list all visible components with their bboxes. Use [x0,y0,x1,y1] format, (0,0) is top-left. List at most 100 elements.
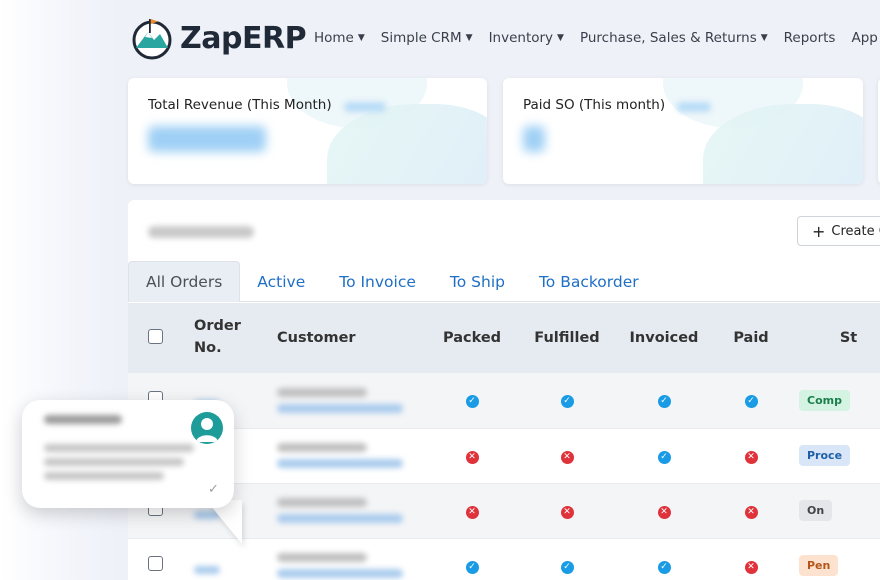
check-circle-icon: ✓ [560,560,574,574]
cell-packed: ✕ [425,483,519,538]
table-row[interactable]: ✓ ✓ ✓ ✓ Comp [128,373,880,428]
cell-paid: ✕ [713,428,789,483]
kpi-card-paid-so: Paid SO (This month) [503,78,863,184]
cell-fulfilled: ✕ [519,483,615,538]
x-circle-icon: ✕ [560,505,574,519]
cell-invoiced: ✓ [615,428,713,483]
kpi-value-blurred [148,126,266,152]
logo-mountain-icon [132,19,172,60]
customer-email-blurred[interactable] [277,459,403,468]
cell-invoiced: ✕ [615,483,713,538]
caret-down-icon: ▼ [465,33,473,43]
caret-down-icon: ▼ [557,33,564,43]
cell-packed: ✓ [425,373,519,428]
cell-packed: ✓ [425,538,519,580]
cell-status: Pen [789,538,880,580]
table-row[interactable]: ✓ ✓ ✓ ✕ Pen [128,538,880,580]
x-circle-icon: ✕ [744,560,758,574]
nav-apps[interactable]: App [851,30,877,46]
table-header-row: Order No. Customer Packed Fulfilled Invo… [128,303,880,373]
cell-order-no [184,538,267,580]
check-circle-icon: ✓ [657,450,671,464]
status-badge: Pen [799,555,839,576]
col-fulfilled[interactable]: Fulfilled [519,303,615,373]
nav-reports[interactable]: Reports [784,30,836,46]
x-circle-icon: ✕ [465,505,479,519]
col-invoiced[interactable]: Invoiced [615,303,713,373]
chat-sender-blurred [44,415,122,424]
customer-email-blurred[interactable] [277,514,403,523]
cell-fulfilled: ✕ [519,428,615,483]
status-badge: Comp [799,389,850,411]
status-badge: Proce [799,445,851,466]
check-circle-icon: ✓ [744,395,758,409]
cell-fulfilled: ✓ [519,373,615,428]
kpi-title: Total Revenue (This Month) [148,97,332,113]
check-circle-icon: ✓ [560,395,574,409]
nav-simple-crm[interactable]: Simple CRM ▼ [381,30,473,46]
x-circle-icon: ✕ [744,505,758,519]
kpi-badge-blurred [677,102,711,112]
cell-customer [267,483,425,538]
customer-name-blurred [277,498,367,507]
brand-name: ZapERP [180,20,307,56]
col-packed[interactable]: Packed [425,303,519,373]
chat-line-blurred [44,458,184,466]
check-circle-icon: ✓ [465,560,479,574]
tab-to-invoice[interactable]: To Invoice [322,261,433,302]
kpi-card-revenue: Total Revenue (This Month) [128,78,487,184]
customer-email-blurred[interactable] [277,569,403,578]
customer-email-blurred[interactable] [277,403,403,413]
cell-paid: ✕ [713,483,789,538]
order-no-blurred[interactable] [194,565,220,574]
row-select-cell [128,538,184,580]
cell-status: On [789,483,880,538]
kpi-value-blurred [523,126,545,152]
tab-all-orders[interactable]: All Orders [128,261,241,302]
chat-line-blurred [44,472,164,480]
col-status[interactable]: St [789,303,880,373]
status-badge: On [799,500,833,521]
col-paid[interactable]: Paid [713,303,789,373]
select-all-cell [128,303,184,373]
nav-home[interactable]: Home ▼ [314,30,365,46]
cell-paid: ✕ [713,538,789,580]
cell-invoiced: ✓ [615,373,713,428]
caret-down-icon: ▼ [357,33,365,43]
row-checkbox[interactable] [148,556,163,571]
table-row[interactable]: ✕ ✕ ✓ ✕ Proce [128,428,880,483]
nav-purchase-sales-returns[interactable]: Purchase, Sales & Returns ▼ [580,30,768,46]
customer-name-blurred [277,553,367,562]
chat-notification-bubble[interactable]: ✓ [22,400,234,508]
tab-active[interactable]: Active [240,261,322,302]
kpi-title: Paid SO (This month) [523,97,666,113]
customer-name-blurred [277,387,367,397]
cell-packed: ✕ [425,428,519,483]
cell-customer [267,373,425,428]
caret-down-icon: ▼ [760,33,768,43]
top-navigation: Home ▼ Simple CRM ▼ Inventory ▼ Purchase, S… [314,30,880,46]
create-order-button[interactable]: + Create O [797,216,880,246]
check-circle-icon: ✓ [465,395,479,409]
cell-status: Comp [789,373,880,428]
brand-logo[interactable]: ZapERP [130,16,307,60]
orders-table-body: ✓ ✓ ✓ ✓ Comp ✕ ✕ ✓ ✕ Proce ✕ ✕ ✕ ✕ On ✓ ✓ ✓ ✕ Pen [128,373,880,580]
cell-status: Proce [789,428,880,483]
order-tabs: All Orders Active To Invoice To Ship To … [128,261,880,302]
col-order-no[interactable]: Order No. [184,303,267,373]
kpi-badge-blurred [344,102,386,112]
tab-to-backorder[interactable]: To Backorder [522,261,656,302]
chat-line-blurred [44,444,194,452]
cell-customer [267,538,425,580]
cell-paid: ✓ [713,373,789,428]
cell-customer [267,428,425,483]
nav-inventory[interactable]: Inventory ▼ [489,30,564,46]
cell-fulfilled: ✓ [519,538,615,580]
col-customer[interactable]: Customer [267,303,425,373]
plus-icon: + [812,221,826,241]
select-all-checkbox[interactable] [148,328,163,344]
tab-to-ship[interactable]: To Ship [433,261,522,302]
x-circle-icon: ✕ [560,450,574,464]
x-circle-icon: ✕ [657,505,671,519]
check-circle-icon: ✓ [657,560,671,574]
